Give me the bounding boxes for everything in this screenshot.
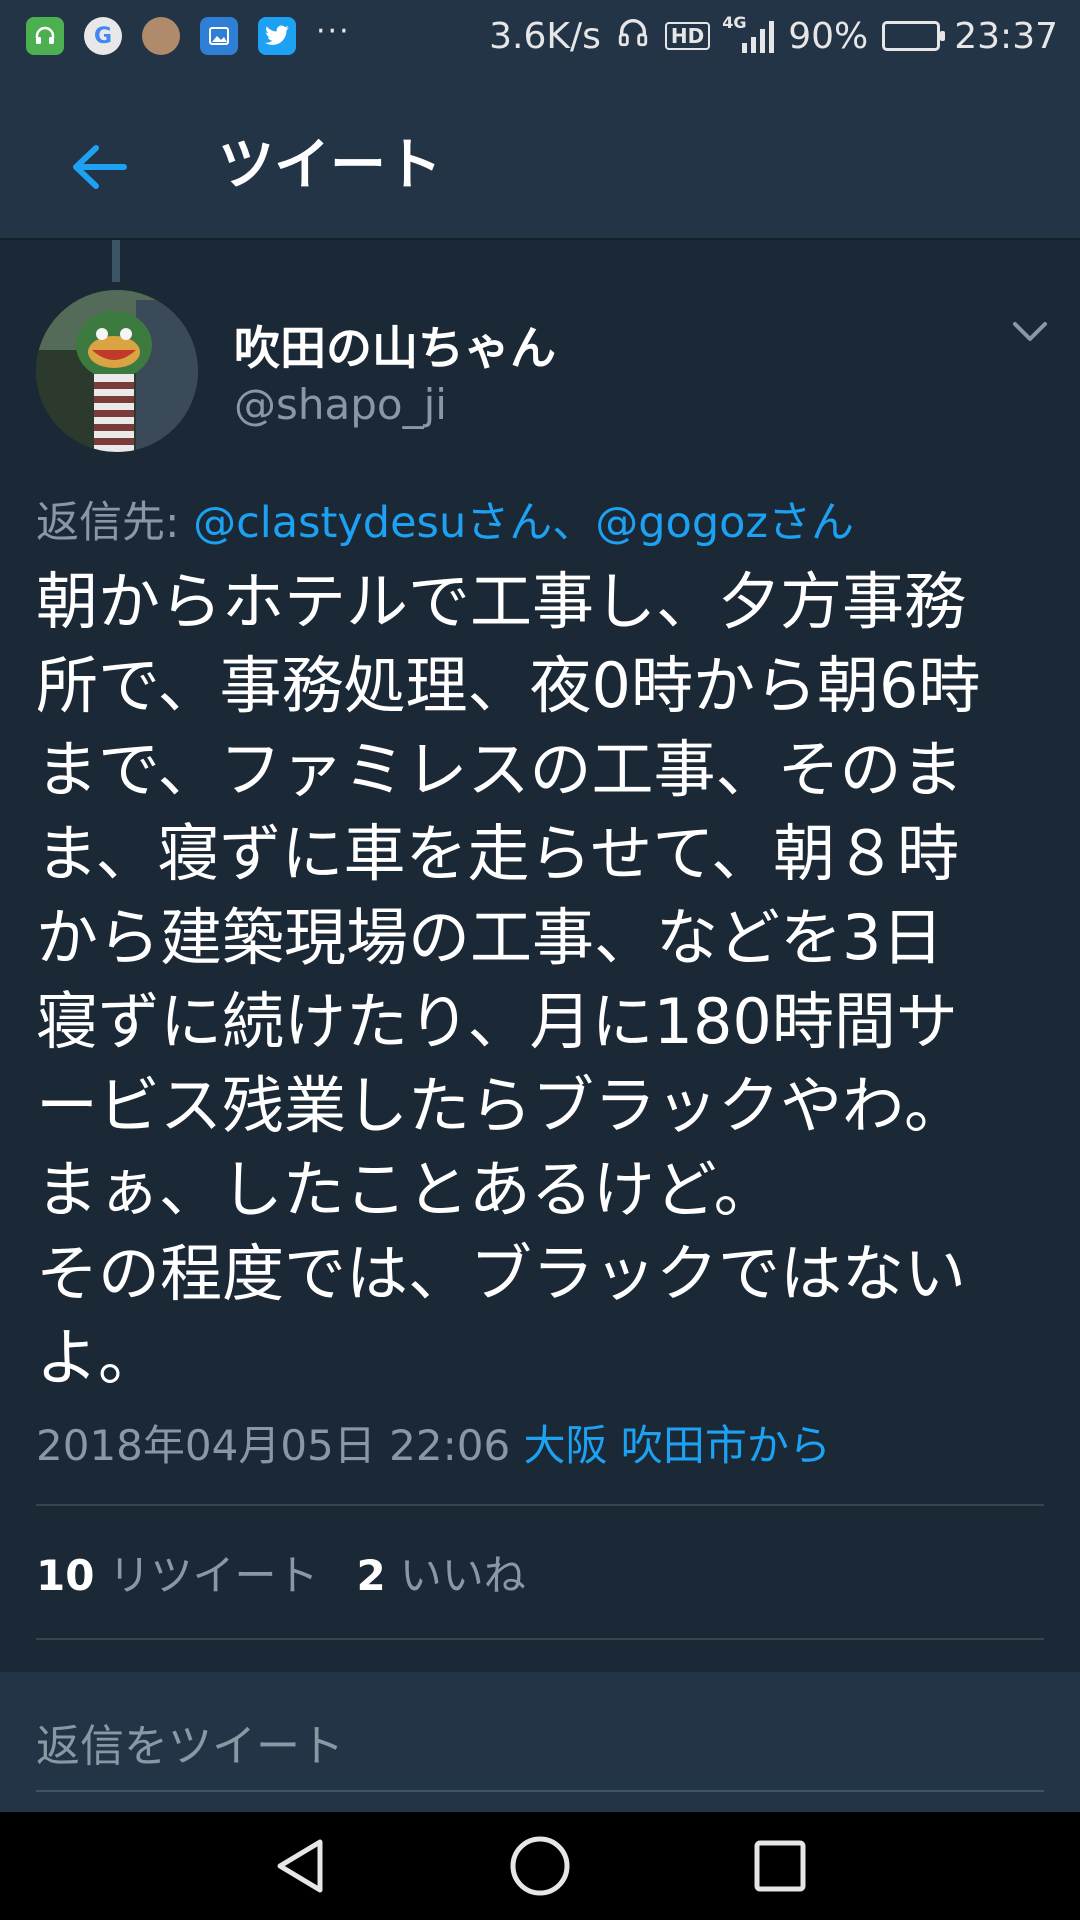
thread-connector — [112, 240, 120, 282]
back-arrow-icon — [73, 145, 127, 189]
headset-app-icon — [26, 17, 64, 55]
reply-mentions[interactable]: @clastydesuさん、@gogozさん — [193, 498, 854, 548]
chevron-down-icon — [1013, 322, 1047, 341]
signal-icon: 4G — [722, 13, 775, 53]
reply-input[interactable]: 返信をツイート — [36, 1710, 344, 1774]
gallery-icon — [200, 17, 238, 55]
nav-back-button[interactable] — [260, 1830, 340, 1902]
system-indicators: 3.6K/s HD 4G 90% 23:37 — [489, 13, 1058, 58]
network-type: 4G — [722, 13, 747, 32]
battery-percent: 90% — [788, 15, 869, 57]
avatar-notification-icon — [142, 17, 180, 55]
tweet-body: 朝からホテルで工事し、夕方事務 所で、事務処理、夜0時から朝6時 まで、ファミレ… — [36, 565, 981, 1394]
divider — [36, 1638, 1044, 1640]
nav-recents-button[interactable] — [740, 1830, 820, 1902]
headphones-icon — [615, 15, 651, 58]
display-name[interactable]: 吹田の山ちゃん — [234, 312, 556, 378]
retweet-label: リツイート — [108, 1551, 319, 1600]
back-button[interactable] — [48, 122, 148, 212]
user-handle[interactable]: @shapo_ji — [234, 380, 447, 429]
avatar[interactable] — [36, 290, 198, 452]
app-bar: ツイート — [0, 72, 1080, 240]
triangle-back-icon — [277, 1839, 323, 1893]
like-stat[interactable]: 2 いいね — [356, 1542, 525, 1603]
divider — [36, 1504, 1044, 1506]
location-link[interactable]: 大阪 吹田市から — [524, 1421, 831, 1470]
more-notifications-icon: ··· — [316, 13, 351, 49]
nav-home-button[interactable] — [500, 1830, 580, 1902]
reply-input-underline — [36, 1790, 1044, 1792]
engagement-stats: 10 リツイート 2 いいね — [36, 1542, 564, 1603]
tweet-menu-button[interactable] — [1008, 312, 1052, 352]
square-recents-icon — [754, 1840, 806, 1892]
retweet-stat[interactable]: 10 リツイート — [36, 1542, 318, 1603]
battery-icon — [882, 21, 946, 51]
network-speed: 3.6K/s — [489, 15, 601, 57]
like-count: 2 — [356, 1551, 386, 1600]
page-title: ツイート — [218, 133, 442, 198]
like-label: いいね — [399, 1551, 526, 1600]
status-bar: G ··· 3.6K/s HD 4G 90% 23:37 — [0, 0, 1080, 72]
timestamp: 2018年04月05日 22:06 — [36, 1421, 524, 1470]
circle-home-icon — [510, 1836, 570, 1896]
twitter-bird-icon — [258, 17, 296, 55]
avatar-image — [36, 290, 198, 452]
retweet-count: 10 — [36, 1551, 95, 1600]
reply-to-line: 返信先: @clastydesuさん、@gogozさん — [36, 488, 854, 550]
notification-icons: G ··· — [26, 13, 351, 55]
tweet-meta: 2018年04月05日 22:06 大阪 吹田市から — [36, 1412, 831, 1473]
reply-to-label: 返信先: — [36, 498, 194, 548]
clock: 23:37 — [954, 15, 1058, 57]
system-nav-bar — [0, 1812, 1080, 1920]
google-icon: G — [84, 17, 122, 55]
hd-icon: HD — [664, 22, 711, 50]
